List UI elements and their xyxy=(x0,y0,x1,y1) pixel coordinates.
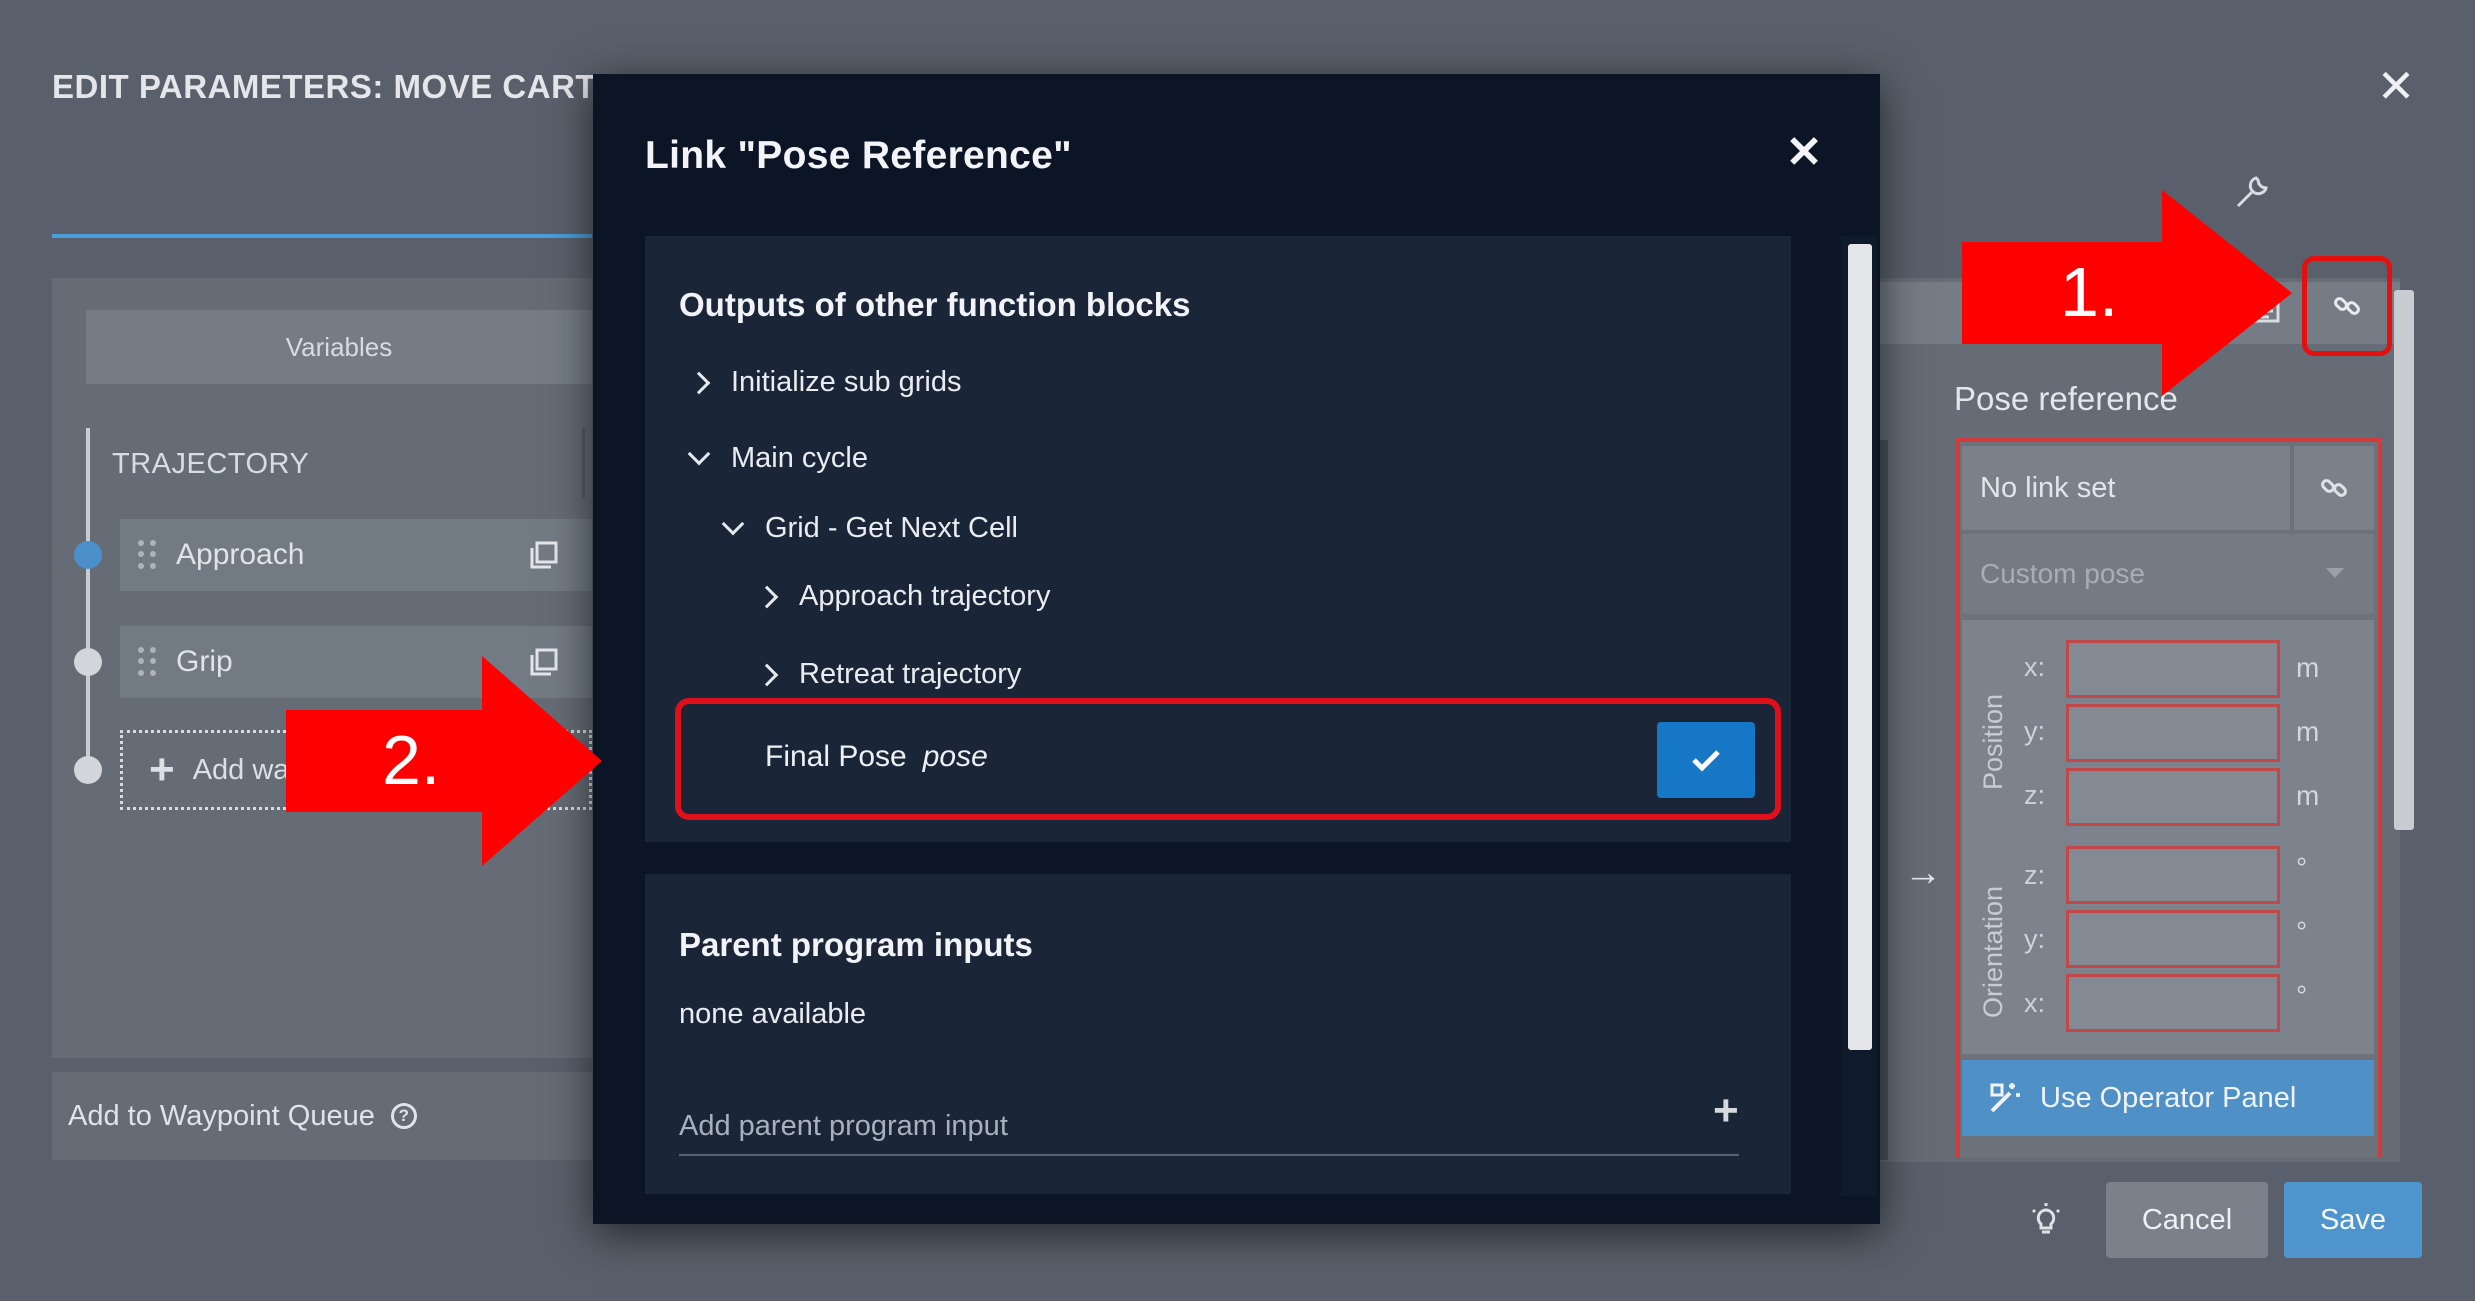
plus-icon: + xyxy=(149,745,175,794)
tree-item-label: Grid - Get Next Cell xyxy=(765,512,1018,544)
outputs-heading: Outputs of other function blocks xyxy=(679,286,1191,323)
add-parent-input-field[interactable]: Add parent program input xyxy=(679,1110,1739,1156)
divider xyxy=(1880,440,1888,1160)
drag-handle-icon[interactable] xyxy=(138,647,156,677)
link-icon xyxy=(2321,479,2347,497)
help-icon[interactable]: ? xyxy=(390,1103,417,1129)
modal-title: Link "Pose Reference" xyxy=(645,134,1072,177)
cancel-button[interactable]: Cancel xyxy=(2106,1182,2268,1258)
unit-label: ° xyxy=(2296,852,2308,883)
save-button[interactable]: Save xyxy=(2284,1182,2422,1258)
position-y-field[interactable] xyxy=(2066,704,2280,762)
axis-label: x: xyxy=(2024,988,2046,1018)
tree-item-label: Initialize sub grids xyxy=(731,366,962,398)
copy-icon[interactable] xyxy=(528,539,560,571)
close-icon[interactable]: ✕ xyxy=(1781,131,1827,178)
chevron-down-icon xyxy=(2326,568,2344,578)
custom-pose-select[interactable]: Custom pose xyxy=(1962,534,2374,614)
close-icon[interactable]: ✕ xyxy=(2372,63,2420,112)
unit-label: ° xyxy=(2296,916,2308,947)
axis-label: y: xyxy=(2024,716,2046,746)
tree-item-grid-get-next-cell[interactable]: Grid - Get Next Cell xyxy=(721,512,1018,545)
waypoint-label: Approach xyxy=(176,538,305,571)
tree-item-initialize-sub-grids[interactable]: Initialize sub grids xyxy=(687,366,962,399)
position-x-field[interactable] xyxy=(2066,640,2280,698)
tree-item-main-cycle[interactable]: Main cycle xyxy=(687,442,868,475)
tree-item-approach-trajectory[interactable]: Approach trajectory xyxy=(755,580,1051,613)
active-tab-indicator xyxy=(52,234,592,238)
orientation-z-field[interactable] xyxy=(2066,846,2280,904)
chevron-right-icon xyxy=(687,371,711,394)
waypoint-label: Grip xyxy=(176,645,233,678)
tree-item-label: Approach trajectory xyxy=(799,580,1051,612)
axis-label: x: xyxy=(2024,652,2046,682)
orientation-x-field[interactable] xyxy=(2066,974,2280,1032)
divider xyxy=(582,428,585,498)
chevron-right-icon xyxy=(755,663,779,686)
waypoint-dot-active xyxy=(74,541,102,569)
tree-item-label: Retreat trajectory xyxy=(799,658,1022,690)
set-link-button[interactable] xyxy=(2294,446,2374,530)
trajectory-line xyxy=(86,428,90,768)
parent-inputs-heading: Parent program inputs xyxy=(679,926,1033,963)
chevron-down-icon xyxy=(687,442,711,465)
plus-icon[interactable]: + xyxy=(1713,1086,1739,1136)
use-operator-panel-button[interactable]: Use Operator Panel xyxy=(1962,1060,2374,1136)
tree-item-label: Main cycle xyxy=(731,442,868,474)
queue-label: Add to Waypoint Queue xyxy=(68,1099,375,1132)
magic-wand-icon xyxy=(1990,1083,2020,1113)
unit-label: m xyxy=(2296,716,2320,747)
orientation-y-field[interactable] xyxy=(2066,910,2280,968)
unit-label: m xyxy=(2296,780,2320,811)
annotation-step-2: 2. xyxy=(382,721,441,799)
link-pose-reference-modal: Link "Pose Reference" ✕ Outputs of other… xyxy=(593,74,1880,1224)
drag-handle-icon[interactable] xyxy=(138,540,156,570)
position-z-field[interactable] xyxy=(2066,768,2280,826)
highlight-box xyxy=(675,698,1781,820)
scrollbar[interactable] xyxy=(2394,290,2414,830)
none-available-text: none available xyxy=(679,998,867,1030)
axis-label: z: xyxy=(2024,860,2046,890)
position-label: Position xyxy=(1978,693,2008,790)
link-status-field: No link set xyxy=(1962,446,2290,530)
link-icon xyxy=(2334,297,2360,315)
waypoint-item-approach[interactable]: Approach xyxy=(120,519,592,591)
annotation-arrow-2 xyxy=(286,656,602,866)
waypoint-queue-toggle[interactable]: Add to Waypoint Queue ? xyxy=(52,1072,592,1160)
axis-label: y: xyxy=(2024,924,2046,954)
unit-label: m xyxy=(2296,652,2320,683)
waypoint-dot xyxy=(74,648,102,676)
waypoint-dot xyxy=(74,756,102,784)
tab-variables[interactable]: Variables xyxy=(86,310,592,384)
chevron-right-icon xyxy=(755,585,779,608)
link-button[interactable] xyxy=(2302,256,2392,356)
chevron-down-icon xyxy=(721,512,745,535)
scrollbar[interactable] xyxy=(1848,244,1872,1050)
custom-pose-value: Custom pose xyxy=(1980,558,2145,589)
trajectory-label: TRAJECTORY xyxy=(112,448,310,480)
tree-item-retreat-trajectory[interactable]: Retreat trajectory xyxy=(755,658,1022,691)
unit-label: ° xyxy=(2296,980,2308,1011)
dialog-title: EDIT PARAMETERS: MOVE CARTE xyxy=(52,68,619,105)
axis-label: z: xyxy=(2024,780,2046,810)
lightbulb-icon[interactable] xyxy=(2028,1202,2064,1238)
add-waypoint-label: Add wa xyxy=(192,753,290,786)
orientation-label: Orientation xyxy=(1978,885,2008,1018)
annotation-arrow-1 xyxy=(1962,190,2292,396)
operator-panel-label: Use Operator Panel xyxy=(2040,1081,2297,1114)
annotation-step-1: 1. xyxy=(2060,253,2119,331)
arrow-right-icon: → xyxy=(1904,852,1942,894)
